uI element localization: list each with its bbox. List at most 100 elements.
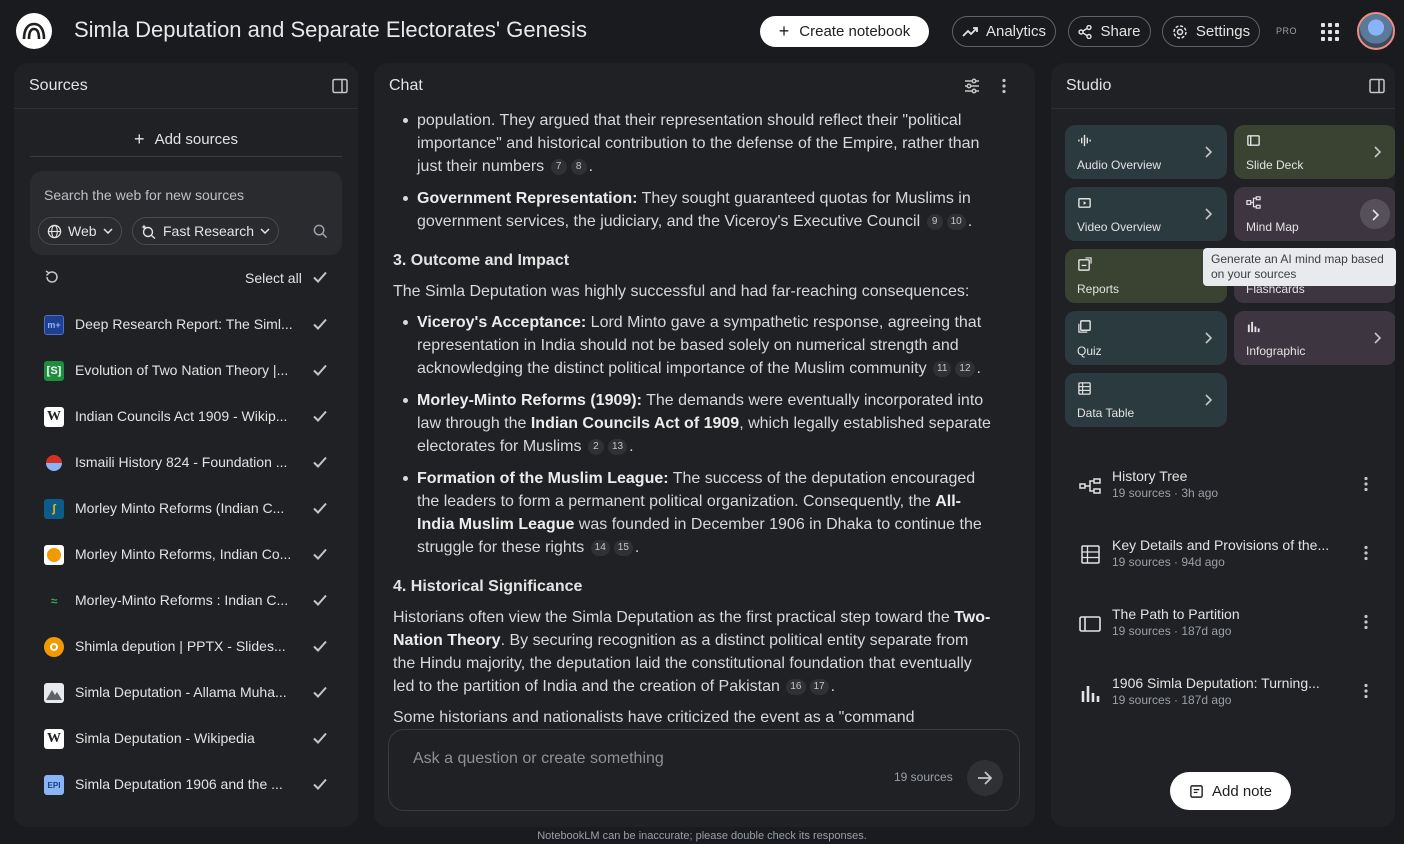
source-item[interactable]: Morley Minto Reforms, Indian Co...	[14, 531, 358, 577]
more-vert-icon[interactable]	[1364, 545, 1368, 561]
source-checkbox[interactable]	[311, 729, 329, 747]
source-item[interactable]: Simla Deputation - Allama Muha...	[14, 669, 358, 715]
citation-chip[interactable]: 8	[570, 159, 587, 175]
mind-map-tile[interactable]: Mind Map	[1234, 187, 1395, 241]
site-icon: ʃ	[44, 499, 64, 519]
note-item[interactable]: Key Details and Provisions of the... 19 …	[1051, 529, 1395, 579]
data-table-tile[interactable]: Data Table	[1065, 373, 1227, 427]
slide-deck-tile[interactable]: Slide Deck	[1234, 125, 1395, 179]
add-sources-button[interactable]: + Add sources	[30, 123, 342, 157]
add-note-button[interactable]: Add note	[1170, 772, 1291, 810]
sources-title: Sources	[29, 77, 88, 94]
citation-chip[interactable]: 15	[613, 540, 633, 556]
sources-panel: Sources + Add sources Search the web for…	[14, 63, 358, 827]
chevron-right-icon	[1374, 146, 1382, 158]
search-input[interactable]: Search the web for new sources	[44, 187, 244, 203]
citation-chip[interactable]: 7	[550, 159, 567, 175]
infographic-icon	[1247, 321, 1260, 333]
site-icon	[44, 545, 64, 565]
citation-chip[interactable]: 11	[933, 361, 952, 377]
collapse-panel-icon[interactable]	[332, 78, 348, 94]
source-item[interactable]: Shimla depution | PPTX - Slides...	[14, 623, 358, 669]
deep-research-icon: m+	[44, 315, 64, 335]
refresh-sources-icon[interactable]	[44, 269, 60, 285]
settings-button[interactable]: Settings	[1162, 16, 1260, 47]
chat-paragraph: The Simla Deputation was highly successf…	[393, 283, 970, 300]
chat-title: Chat	[389, 77, 423, 94]
note-item[interactable]: The Path to Partition 19 sources · 187d …	[1051, 598, 1395, 648]
research-mode-dropdown[interactable]: Fast Research	[132, 217, 280, 245]
source-item[interactable]: [S] Evolution of Two Nation Theory |...	[14, 347, 358, 393]
note-add-icon	[1190, 784, 1203, 798]
more-vert-icon[interactable]	[1364, 476, 1368, 492]
citation-chip[interactable]: 12	[955, 361, 975, 377]
source-item[interactable]: W Simla Deputation - Wikipedia	[14, 715, 358, 761]
quiz-tile[interactable]: Quiz	[1065, 311, 1227, 365]
mind-map-icon	[1246, 196, 1261, 209]
chat-input-box[interactable]: Ask a question or create something 19 so…	[388, 729, 1020, 811]
source-item[interactable]: Ismaili History 824 - Foundation ...	[14, 439, 358, 485]
more-vert-icon[interactable]	[1002, 78, 1006, 94]
plus-icon: +	[778, 21, 790, 41]
analytics-button[interactable]: Analytics	[952, 16, 1056, 47]
chat-input[interactable]: Ask a question or create something	[413, 750, 664, 768]
citation-chip[interactable]: 2	[587, 439, 604, 455]
more-vert-icon[interactable]	[1364, 614, 1368, 630]
search-submit-button[interactable]	[306, 217, 334, 245]
source-count: 19 sources	[894, 770, 953, 784]
source-checkbox[interactable]	[311, 637, 329, 655]
chat-header: Chat	[374, 63, 1035, 109]
collapse-panel-icon[interactable]	[1369, 78, 1385, 94]
chat-bullet: Morley-Minto Reforms (1909): The demands…	[403, 389, 992, 458]
source-checkbox[interactable]	[311, 407, 329, 425]
infographic-tile[interactable]: Infographic	[1234, 311, 1395, 365]
source-checkbox[interactable]	[311, 591, 329, 609]
sources-header: Sources	[14, 63, 358, 109]
disclaimer-footer: NotebookLM can be inaccurate; please dou…	[537, 830, 867, 842]
select-all-checkbox[interactable]	[311, 268, 329, 286]
chevron-right-icon	[1372, 209, 1380, 221]
citation-chip[interactable]: 17	[809, 679, 829, 695]
citation-chip[interactable]: 13	[607, 439, 628, 455]
chat-paragraph: Historians often view the Simla Deputati…	[393, 609, 991, 695]
site-icon	[44, 683, 64, 703]
source-item[interactable]: ≈ Morley-Minto Reforms : Indian C...	[14, 577, 358, 623]
source-checkbox[interactable]	[311, 775, 329, 793]
citation-chip[interactable]: 14	[590, 540, 610, 556]
trending-up-icon	[962, 26, 978, 37]
apps-grid-icon[interactable]	[1321, 23, 1339, 41]
create-notebook-button[interactable]: + Create notebook	[760, 16, 929, 47]
more-vert-icon[interactable]	[1364, 683, 1368, 699]
note-item[interactable]: History Tree 19 sources · 3h ago	[1051, 460, 1395, 510]
source-checkbox[interactable]	[311, 683, 329, 701]
web-dropdown[interactable]: Web	[38, 217, 122, 245]
source-checkbox[interactable]	[311, 453, 329, 471]
source-checkbox[interactable]	[311, 499, 329, 517]
source-checkbox[interactable]	[311, 361, 329, 379]
chat-panel: Chat population. They argued that their …	[374, 63, 1035, 827]
source-item[interactable]: EPI Simla Deputation 1906 and the ...	[14, 761, 358, 807]
audio-overview-tile[interactable]: Audio Overview	[1065, 125, 1227, 179]
source-checkbox[interactable]	[311, 315, 329, 333]
tune-icon[interactable]	[964, 78, 980, 94]
globe-icon	[47, 224, 62, 238]
citation-chip[interactable]: 10	[946, 214, 966, 230]
share-button[interactable]: Share	[1068, 16, 1151, 47]
arrow-right-icon	[978, 771, 993, 785]
notebooklm-logo-icon[interactable]	[16, 13, 52, 49]
video-overview-tile[interactable]: Video Overview	[1065, 187, 1227, 241]
select-all-row: Select all	[14, 263, 358, 291]
source-checkbox[interactable]	[311, 545, 329, 563]
avatar[interactable]	[1357, 12, 1395, 50]
send-button[interactable]	[967, 760, 1003, 796]
source-item[interactable]: m+ Deep Research Report: The Siml...	[14, 301, 358, 347]
notebook-title[interactable]: Simla Deputation and Separate Electorate…	[74, 17, 587, 43]
video-icon	[1078, 198, 1091, 208]
data-table-icon	[1081, 545, 1100, 564]
note-item[interactable]: 1906 Simla Deputation: Turning... 19 sou…	[1051, 667, 1395, 717]
citation-chip[interactable]: 9	[926, 214, 943, 230]
chat-paragraph: population. They argued that their repre…	[403, 109, 992, 178]
source-item[interactable]: ʃ Morley Minto Reforms (Indian C...	[14, 485, 358, 531]
citation-chip[interactable]: 16	[786, 679, 806, 695]
source-item[interactable]: W Indian Councils Act 1909 - Wikip...	[14, 393, 358, 439]
